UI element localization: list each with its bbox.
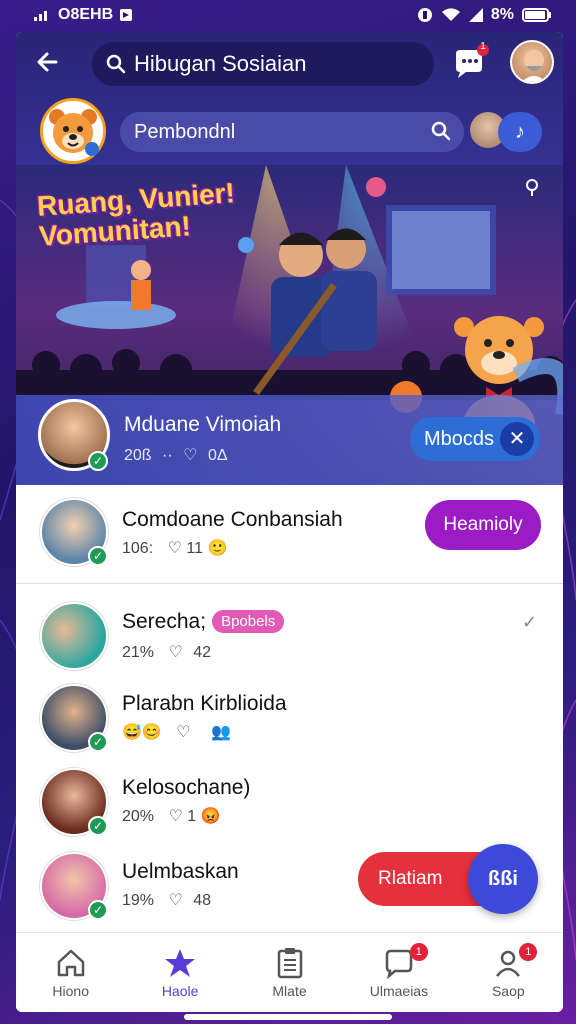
list-item-name: Plarabn Kirblioida [122, 692, 287, 715]
list-item-likes: 11 [186, 540, 203, 557]
notification-icon [120, 9, 133, 21]
user-avatar[interactable] [510, 40, 554, 84]
list-item-likes: 48 [193, 892, 212, 909]
floating-action-button[interactable]: ßßi [468, 844, 538, 914]
nav-profile[interactable]: 1 Saop [454, 933, 563, 1012]
list-item-stats: 106: ♡ 11 🙂 [122, 538, 227, 558]
verified-icon: ✓ [88, 451, 108, 471]
verified-icon: ✓ [88, 732, 108, 752]
top-bar: Hibugan Sosiaian 1 Pembondnl ♪ [16, 32, 563, 165]
list-item[interactable]: Serecha; Bpobels 21% ♡ 42 [16, 598, 563, 682]
emoji-icon: 👥 [211, 724, 232, 741]
close-icon: ✕ [508, 428, 526, 450]
hero-banner[interactable]: Ruang, Vunier! Vomunitan! ✓ Mduane Vimoi… [16, 165, 563, 485]
signal-icon [34, 11, 47, 21]
search-icon [431, 121, 451, 141]
list-item-stats: 21% ♡ 42 [122, 642, 211, 662]
list-item-count: 20% [122, 808, 155, 825]
host-separator: ·· [162, 447, 173, 464]
list-item-name: Kelosochane) [122, 776, 251, 799]
list-item-likes: 42 [193, 644, 212, 661]
heart-icon: ♡ [167, 540, 182, 557]
heart-icon: ♡ [168, 892, 183, 909]
clipboard-icon [277, 948, 302, 979]
list-item[interactable]: ✓ Kelosochane) 20% ♡ 1 😡 [16, 764, 563, 848]
music-note-icon: ♪ [515, 121, 525, 143]
wifi-icon [441, 8, 460, 21]
nav-notes[interactable]: Mlate [235, 933, 344, 1012]
emoji-icon: 😡 [200, 808, 221, 825]
user-face-icon [521, 50, 547, 82]
verified-icon: ✓ [88, 900, 108, 920]
home-indicator[interactable] [184, 1014, 392, 1020]
host-name: Mduane Vimoiah [124, 413, 282, 436]
bear-mascot-icon [49, 109, 99, 156]
nav-label: Haole [161, 983, 199, 999]
follow-button[interactable]: Heamioly [425, 500, 541, 550]
bottom-nav: Hiono Haole Mlate 1 Ulmaeias 1 Saop [16, 932, 563, 1012]
list-item-name: Comdoane Conbansiah [122, 508, 343, 531]
star-icon [165, 949, 196, 977]
nav-label: Hiono [52, 983, 89, 999]
nav-label: Mlate [272, 983, 307, 999]
music-button[interactable]: ♪ [498, 112, 542, 152]
host-likes: 0Δ [207, 447, 228, 464]
back-button[interactable] [34, 48, 66, 80]
app-logo[interactable] [40, 98, 106, 164]
home-icon [57, 949, 84, 977]
divider [16, 583, 563, 584]
notification-badge: 1 [409, 943, 428, 961]
hero-host-bar: ✓ Mduane Vimoiah 20ß ·· ♡ 0Δ Mbocds ✕ [16, 395, 563, 485]
dnd-icon [417, 8, 432, 22]
heart-icon: ♡ [183, 447, 198, 464]
search-icon [106, 54, 126, 74]
list-item[interactable]: ✓ Plarabn Kirblioida 😅😊 ♡ 👥 [16, 680, 563, 764]
chevron-down-icon[interactable]: ✓ [522, 612, 537, 633]
list-item-count: 😅😊 [122, 724, 162, 741]
arrow-left-icon [37, 52, 58, 72]
search-text: Hibugan Sosiaian [134, 51, 307, 76]
avatar[interactable] [40, 602, 108, 670]
verified-icon: ✓ [88, 546, 108, 566]
list-item-count: 19% [122, 892, 155, 909]
heart-icon: ♡ [168, 644, 183, 661]
secondary-search[interactable]: Pembondnl [120, 112, 464, 152]
host-count: 20ß [124, 447, 152, 464]
moods-label: Mbocds [424, 427, 495, 450]
sparkle-icon [526, 179, 538, 196]
secondary-search-text: Pembondnl [134, 120, 236, 143]
list-item-count: 21% [122, 644, 155, 661]
moods-chip[interactable]: Mbocds ✕ [410, 417, 540, 461]
nav-label: Ulmaeias [369, 983, 429, 999]
nav-label: Saop [491, 983, 525, 999]
verified-icon: ✓ [88, 816, 108, 836]
list-item-stats: 😅😊 ♡ 👥 [122, 722, 231, 742]
host-stats: 20ß ·· ♡ 0Δ [124, 445, 228, 465]
cell-signal-icon [468, 8, 483, 22]
battery-text: 8% [490, 6, 514, 23]
list-item-name: Uelmbaskan [122, 860, 239, 883]
list-item-count: 106: [122, 540, 154, 557]
notification-badge: 1 [519, 943, 538, 961]
app-screen: Hibugan Sosiaian 1 Pembondnl ♪ Ruang, Vu… [16, 32, 563, 1012]
messages-button[interactable]: 1 [450, 41, 490, 84]
heart-icon: ♡ [168, 808, 183, 825]
search-bar[interactable]: Hibugan Sosiaian [92, 42, 434, 86]
list-item-stats: 19% ♡ 48 [122, 890, 211, 910]
list-item-name: Serecha; Bpobels [122, 610, 285, 634]
nav-explore[interactable]: Haole [125, 933, 234, 1012]
heart-icon: ♡ [176, 724, 191, 741]
emoji-icon: 🙂 [207, 540, 228, 557]
status-badge: Bpobels [212, 610, 285, 633]
nav-home[interactable]: Hiono [16, 933, 125, 1012]
list-item-likes: 1 [187, 808, 197, 825]
battery-icon [522, 8, 551, 22]
list-item-stats: 20% ♡ 1 😡 [122, 806, 221, 826]
nav-messages[interactable]: 1 Ulmaeias [344, 933, 453, 1012]
status-bar: O8EHB 8% [0, 0, 576, 32]
chat-badge: 1 [480, 41, 486, 52]
close-button[interactable]: ✕ [500, 422, 534, 456]
carrier-text: O8EHB [58, 6, 114, 23]
list-item-name-text: Serecha; [122, 610, 207, 633]
